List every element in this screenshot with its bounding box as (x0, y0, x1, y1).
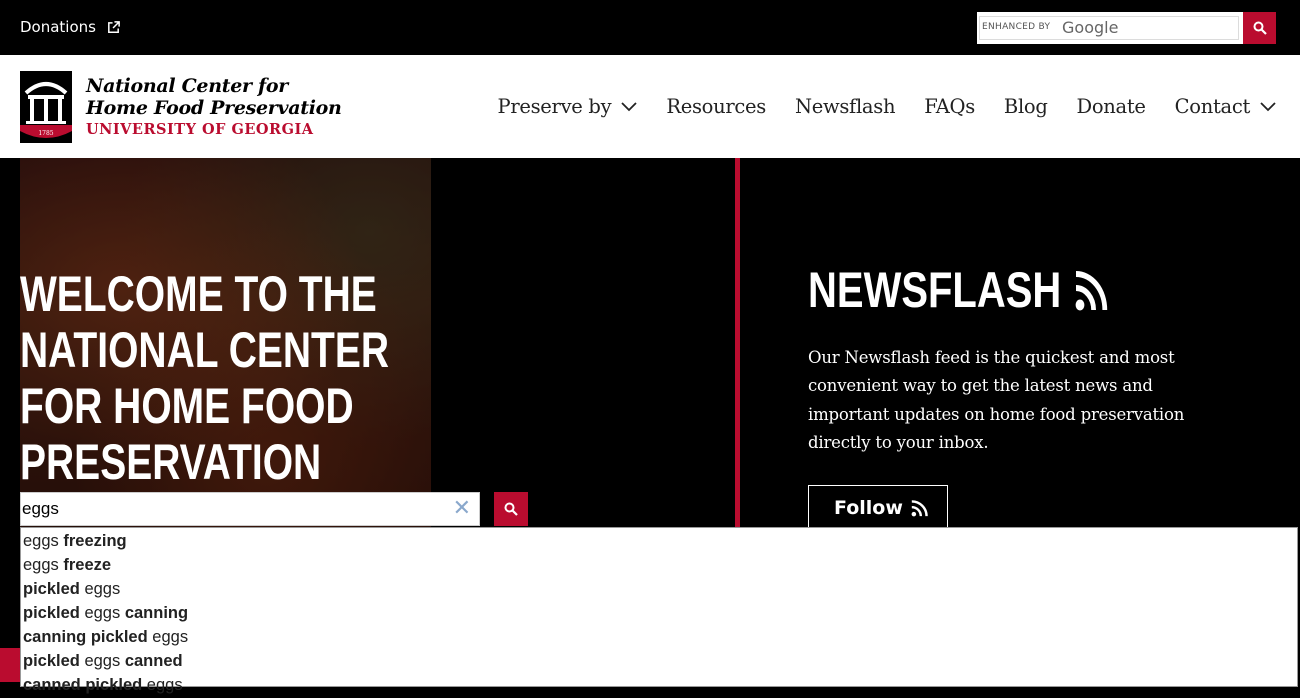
nav-blog[interactable]: Blog (1004, 95, 1048, 118)
suggestion-text: eggs (147, 628, 189, 646)
donations-link[interactable]: Donations (20, 18, 121, 36)
suggestion-text: pickled (23, 580, 80, 598)
suggestion-text: canned (120, 652, 183, 670)
nav-label: Blog (1003, 95, 1048, 118)
clear-search-icon[interactable]: ✕ (453, 497, 471, 521)
newsflash-heading: NEWSFLASH (808, 262, 1109, 318)
suggestion-item[interactable]: eggs freezing (21, 528, 1297, 552)
site-search-button[interactable] (494, 492, 528, 526)
suggestion-text: canning pickled (23, 628, 148, 646)
brand-line-1: National Center for (86, 75, 288, 97)
suggestion-text: eggs (142, 676, 183, 694)
suggestion-item[interactable]: canned pickled eggs (21, 672, 1297, 696)
hero-divider (735, 158, 740, 528)
rss-icon (1075, 271, 1107, 311)
donations-label: Donations (20, 18, 96, 36)
top-bar: Donations ENHANCED BY Google (0, 0, 1300, 55)
site-search-input[interactable] (21, 493, 441, 525)
nav-label: Contact (1174, 95, 1251, 118)
suggestion-text: canned pickled (23, 676, 143, 694)
suggestion-text: eggs (23, 532, 59, 550)
suggestion-text: freeze (58, 556, 112, 574)
suggestion-text: eggs (79, 652, 121, 670)
suggestion-item[interactable]: pickled eggs canning (21, 600, 1297, 624)
suggestion-text: eggs (79, 580, 121, 598)
rss-icon (911, 500, 928, 517)
site-search-box: ✕ (20, 492, 480, 526)
main-nav: Preserve by Resources Newsflash FAQs Blo… (469, 95, 1276, 118)
nav-label: FAQs (924, 95, 975, 118)
google-search-button[interactable] (1243, 12, 1276, 44)
nav-label: Preserve by (497, 95, 612, 118)
chevron-down-icon (1260, 101, 1276, 111)
nav-label: Newsflash (794, 95, 896, 118)
hero-title: WELCOME TO THE NATIONAL CENTER FOR HOME … (20, 266, 390, 490)
nav-contact[interactable]: Contact (1175, 95, 1276, 118)
google-label: Google (1062, 18, 1119, 37)
nav-label: Donate (1076, 95, 1146, 118)
follow-label: Follow (834, 497, 903, 519)
suggestion-text: pickled (23, 604, 80, 622)
follow-button[interactable]: Follow (808, 485, 948, 531)
suggestion-text: freezing (58, 532, 127, 550)
brand-university: UNIVERSITY OF GEORGIA (86, 121, 314, 138)
brand-line-2: Home Food Preservation (86, 97, 342, 119)
suggestion-text: eggs (23, 556, 59, 574)
suggestion-item[interactable]: pickled eggs (21, 576, 1297, 600)
google-search-box: ENHANCED BY Google (977, 12, 1276, 44)
google-search-input[interactable]: ENHANCED BY Google (979, 16, 1239, 40)
suggestion-item[interactable]: pickled eggs canned (21, 648, 1297, 672)
site-header: 1785 National Center for Home Food Prese… (0, 55, 1300, 158)
suggestion-item[interactable]: eggs freeze (21, 552, 1297, 576)
brand-wordmark[interactable]: National Center for Home Food Preservati… (86, 75, 342, 141)
red-accent-block (0, 648, 20, 682)
chevron-down-icon (621, 101, 637, 111)
autocomplete-suggestions: eggs freezing eggs freeze pickled eggs pick… (20, 527, 1298, 694)
suggestion-text: canning (120, 604, 189, 622)
newsflash-description: Our Newsflash feed is the quickest and m… (808, 348, 1185, 452)
seal-year: 1785 (38, 130, 53, 137)
nav-donate[interactable]: Donate (1077, 95, 1146, 118)
suggestion-item[interactable]: canning pickled eggs (21, 624, 1297, 648)
nav-newsflash[interactable]: Newsflash (794, 95, 896, 118)
newsflash-title: NEWSFLASH (808, 262, 1062, 318)
nav-label: Resources (666, 95, 766, 118)
nav-resources[interactable]: Resources (666, 95, 766, 118)
nav-faqs[interactable]: FAQs (924, 95, 975, 118)
enhanced-by-label: ENHANCED BY (982, 22, 1051, 32)
external-link-icon (108, 20, 120, 33)
suggestion-text: eggs (79, 604, 121, 622)
search-icon (504, 502, 518, 516)
nav-preserve-by[interactable]: Preserve by (498, 95, 638, 118)
suggestion-text: pickled (23, 652, 80, 670)
search-icon (1253, 21, 1267, 35)
uga-arch-logo[interactable]: 1785 (20, 71, 72, 143)
